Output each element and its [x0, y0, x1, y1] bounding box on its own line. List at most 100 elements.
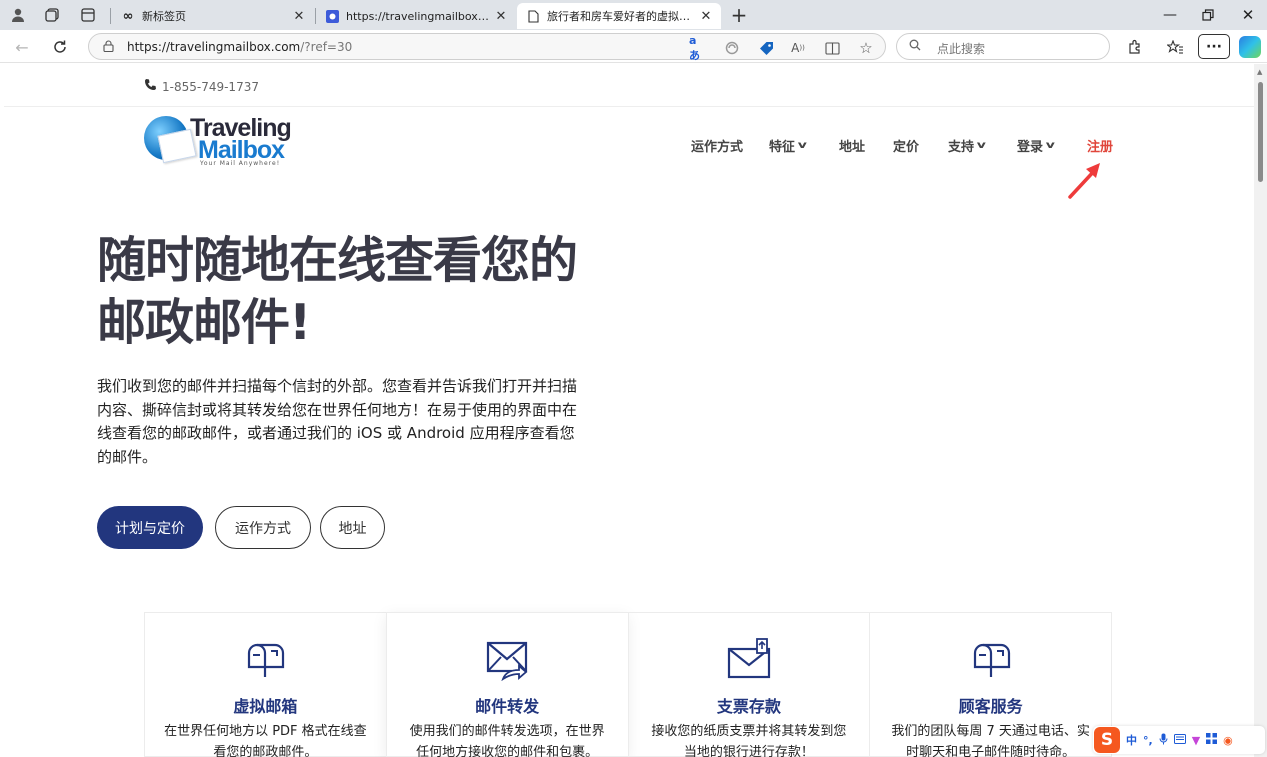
more-options-button[interactable]: ···	[1198, 34, 1230, 59]
new-tab-plus-icon[interactable]: +	[729, 3, 749, 27]
restore-icon[interactable]	[1196, 4, 1220, 26]
nav-label: 登录	[1017, 140, 1044, 155]
chevron-down-icon: v	[797, 140, 807, 151]
feature-customer-service[interactable]: 顾客服务 我们的团队每周 7 天通过电话、实时聊天和电子邮件随时待命。	[869, 612, 1112, 757]
ime-toolbar[interactable]: S 中 °, ▼ ◉	[1093, 726, 1265, 754]
ime-keyboard-icon[interactable]	[1173, 733, 1186, 747]
ime-chinese-mode[interactable]: 中	[1126, 732, 1137, 748]
nav-features[interactable]: 特征 v	[769, 136, 807, 155]
chevron-down-icon: v	[1045, 140, 1055, 151]
read-aloud-icon[interactable]: A))	[789, 39, 807, 57]
feature-check-deposit[interactable]: 支票存款 接收您的纸质支票并将其转发到您当地的银行进行存款！	[627, 612, 870, 757]
features-row: 虚拟邮箱 在世界任何地方以 PDF 格式在线查看您的邮政邮件。 邮件转发 使用我…	[144, 612, 1112, 757]
hero-title: 随时随地在线查看您的 邮政邮件!	[97, 230, 617, 354]
hero-title-line2: 邮政邮件!	[97, 294, 311, 351]
page-viewport: 1-855-749-1737 Traveling Mailbox Your Ma…	[4, 64, 1254, 757]
ime-toolbox-icon[interactable]	[1206, 733, 1218, 747]
nav-how-it-works[interactable]: 运作方式	[691, 136, 743, 155]
tab-actions-icon[interactable]	[78, 5, 98, 25]
feature-title: 支票存款	[716, 697, 781, 716]
search-icon	[909, 39, 921, 54]
sogou-ime-icon[interactable]: S	[1094, 727, 1120, 753]
page-scrollbar[interactable]: ▲	[1254, 64, 1267, 757]
feature-title: 邮件转发	[475, 697, 540, 716]
nav-label: 注册	[1087, 140, 1114, 155]
browser-address-bar: ← https://travelingmailbox.com/?ref=30 a…	[0, 30, 1267, 63]
nav-pricing[interactable]: 定价	[893, 136, 919, 155]
tab-label: 旅行者和房车爱好者的虚拟邮箱 |...	[547, 10, 695, 23]
tab-new-tab[interactable]: ∞ 新标签页 ✕	[112, 3, 314, 29]
nav-support[interactable]: 支持 v	[948, 136, 986, 155]
search-field[interactable]: 点此搜索	[896, 33, 1110, 60]
top-info-bar: 1-855-749-1737	[4, 64, 1254, 107]
scrollbar-thumb[interactable]	[1258, 82, 1263, 182]
phone-number[interactable]: 1-855-749-1737	[144, 78, 259, 95]
ime-voice-icon[interactable]	[1159, 733, 1168, 748]
url-text: https://travelingmailbox.com/?ref=30	[127, 40, 352, 54]
feature-mail-forwarding[interactable]: 邮件转发 使用我们的邮件转发选项，在世界任何地方接收您的邮件和包裹。	[385, 612, 628, 757]
copilot-icon[interactable]	[1239, 36, 1261, 58]
logo-tagline: Your Mail Anywhere!	[200, 160, 281, 167]
close-icon[interactable]: ✕	[292, 9, 306, 24]
extensions-icon[interactable]	[1124, 36, 1146, 58]
browser-tab-bar: ∞ 新标签页 ✕ https://travelingmailbox.com/re…	[0, 0, 1267, 30]
nav-label: 特征	[769, 140, 796, 155]
hero-title-line1: 随时随地在线查看您的	[97, 232, 578, 289]
url-path: /?ref=30	[300, 40, 353, 54]
search-placeholder: 点此搜索	[937, 42, 986, 56]
annotation-arrow-icon	[1068, 163, 1100, 199]
coupon-tag-icon[interactable]	[757, 39, 775, 57]
favorites-icon[interactable]	[1164, 36, 1186, 58]
page-icon	[525, 9, 541, 23]
close-icon[interactable]: ✕	[699, 9, 713, 24]
phone-text: 1-855-749-1737	[162, 79, 259, 94]
phone-icon	[144, 78, 157, 95]
nav-login[interactable]: 登录 v	[1017, 136, 1055, 155]
nav-label: 支持	[948, 140, 975, 155]
url-host: https://travelingmailbox.com	[127, 40, 301, 54]
window-close-icon[interactable]: ✕	[1236, 4, 1260, 26]
reading-view-icon[interactable]	[823, 39, 841, 57]
feature-text: 我们的团队每周 7 天通过电话、实时聊天和电子邮件随时待命。	[891, 724, 1090, 757]
plans-pricing-button[interactable]: 计划与定价	[97, 506, 203, 549]
tab-label: https://travelingmailbox.com/ref...	[346, 9, 490, 23]
customer-service-icon	[973, 643, 1010, 677]
check-deposit-icon	[727, 638, 770, 679]
feature-title: 顾客服务	[958, 697, 1023, 716]
tab-label: 新标签页	[142, 10, 186, 23]
ime-skin-icon[interactable]: ▼	[1192, 734, 1200, 747]
address-button[interactable]: 地址	[320, 506, 385, 549]
url-field[interactable]: https://travelingmailbox.com/?ref=30 aあ …	[88, 33, 886, 62]
ime-punctuation-icon[interactable]: °,	[1143, 734, 1153, 747]
tab-referral[interactable]: https://travelingmailbox.com/ref... ✕	[316, 3, 516, 29]
feature-text: 使用我们的邮件转发选项，在世界任何地方接收您的邮件和包裹。	[409, 724, 605, 757]
scroll-up-arrow-icon[interactable]: ▲	[1257, 68, 1262, 76]
refresh-icon[interactable]	[48, 35, 72, 59]
nav-signup[interactable]: 注册	[1087, 136, 1113, 155]
tracking-icon[interactable]	[723, 39, 741, 57]
profile-icon[interactable]	[8, 5, 28, 25]
tab-active-travelingmailbox[interactable]: 旅行者和房车爱好者的虚拟邮箱 |... ✕	[517, 3, 721, 29]
feature-text: 接收您的纸质支票并将其转发到您当地的银行进行存款！	[651, 724, 847, 757]
mailbox-icon	[248, 643, 285, 677]
site-favicon-icon	[324, 9, 340, 23]
back-arrow-icon[interactable]: ←	[10, 35, 34, 59]
infinity-icon: ∞	[122, 8, 134, 24]
how-it-works-button[interactable]: 运作方式	[215, 506, 311, 549]
main-nav: 运作方式 特征 v 地址 定价 支持 v 登录 v 注册	[4, 136, 1254, 156]
nav-label: 定价	[893, 140, 920, 155]
feature-text: 在世界任何地方以 PDF 格式在线查看您的邮政邮件。	[164, 724, 367, 757]
ime-mascot-icon[interactable]: ◉	[1223, 734, 1233, 747]
lock-icon[interactable]	[101, 39, 115, 53]
workspaces-icon[interactable]	[42, 5, 62, 25]
chevron-down-icon: v	[976, 140, 986, 151]
nav-address[interactable]: 地址	[839, 136, 865, 155]
favorite-star-icon[interactable]: ☆	[857, 39, 875, 57]
nav-label: 地址	[839, 140, 866, 155]
minimize-icon[interactable]: —	[1158, 4, 1182, 26]
hero-description: 我们收到您的邮件并扫描每个信封的外部。您查看并告诉我们打开并扫描内容、撕碎信封或…	[97, 377, 578, 466]
translate-icon[interactable]: aあ	[689, 34, 707, 62]
feature-title: 虚拟邮箱	[233, 697, 298, 716]
feature-virtual-mailbox[interactable]: 虚拟邮箱 在世界任何地方以 PDF 格式在线查看您的邮政邮件。	[144, 612, 386, 757]
close-icon[interactable]: ✕	[494, 9, 508, 24]
